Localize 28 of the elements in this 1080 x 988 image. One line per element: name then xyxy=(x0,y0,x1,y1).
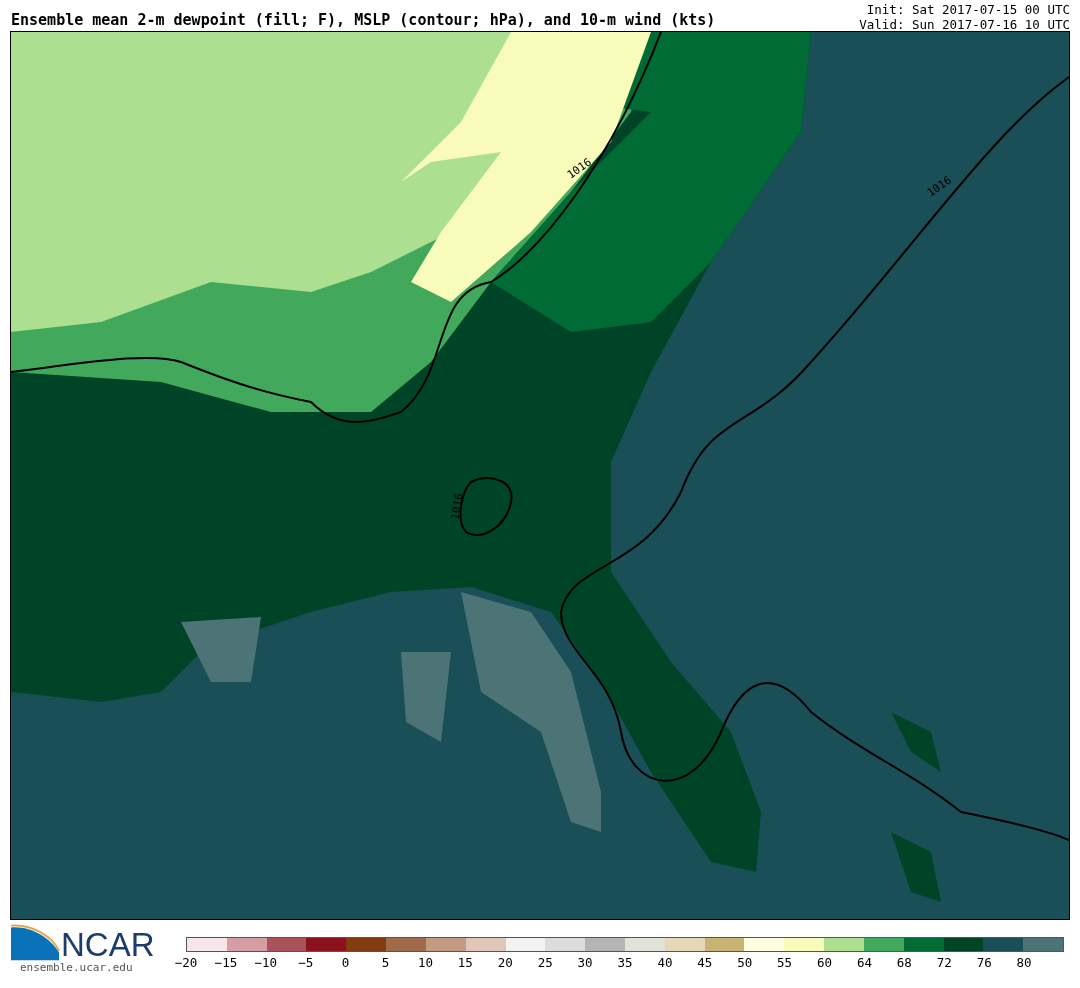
tick-label: 0 xyxy=(341,955,350,970)
tick-label: −5 xyxy=(298,955,314,970)
tick-label: 76 xyxy=(976,955,992,970)
tick-label: 40 xyxy=(657,955,673,970)
tick-label: −15 xyxy=(214,955,238,970)
tick-label: 60 xyxy=(817,955,833,970)
contour-label: 1016 xyxy=(448,492,466,521)
tick-label: 30 xyxy=(577,955,593,970)
init-time: Init: Sat 2017-07-15 00 UTC xyxy=(866,2,1070,17)
tick-label: 55 xyxy=(777,955,793,970)
tick-label: 25 xyxy=(537,955,553,970)
tick-label: 15 xyxy=(457,955,473,970)
valid-time: Valid: Sun 2017-07-16 10 UTC xyxy=(859,17,1070,32)
tick-label: 5 xyxy=(381,955,390,970)
logo-text: NCAR xyxy=(61,929,155,961)
tick-label: 68 xyxy=(896,955,912,970)
tick-label: 20 xyxy=(497,955,513,970)
tick-label: 80 xyxy=(1016,955,1032,970)
tick-label: 72 xyxy=(936,955,952,970)
tick-label: 45 xyxy=(697,955,713,970)
tick-label: −10 xyxy=(254,955,278,970)
tick-label: 50 xyxy=(737,955,753,970)
tick-label: 64 xyxy=(856,955,872,970)
map-title: Ensemble mean 2-m dewpoint (fill; F), MSLP (contour; hPa), and 10-m wind (kts) xyxy=(11,11,716,31)
tick-label: 10 xyxy=(417,955,433,970)
tick-label: 35 xyxy=(617,955,633,970)
logo-icon xyxy=(11,923,61,961)
tick-label: −20 xyxy=(174,955,198,970)
